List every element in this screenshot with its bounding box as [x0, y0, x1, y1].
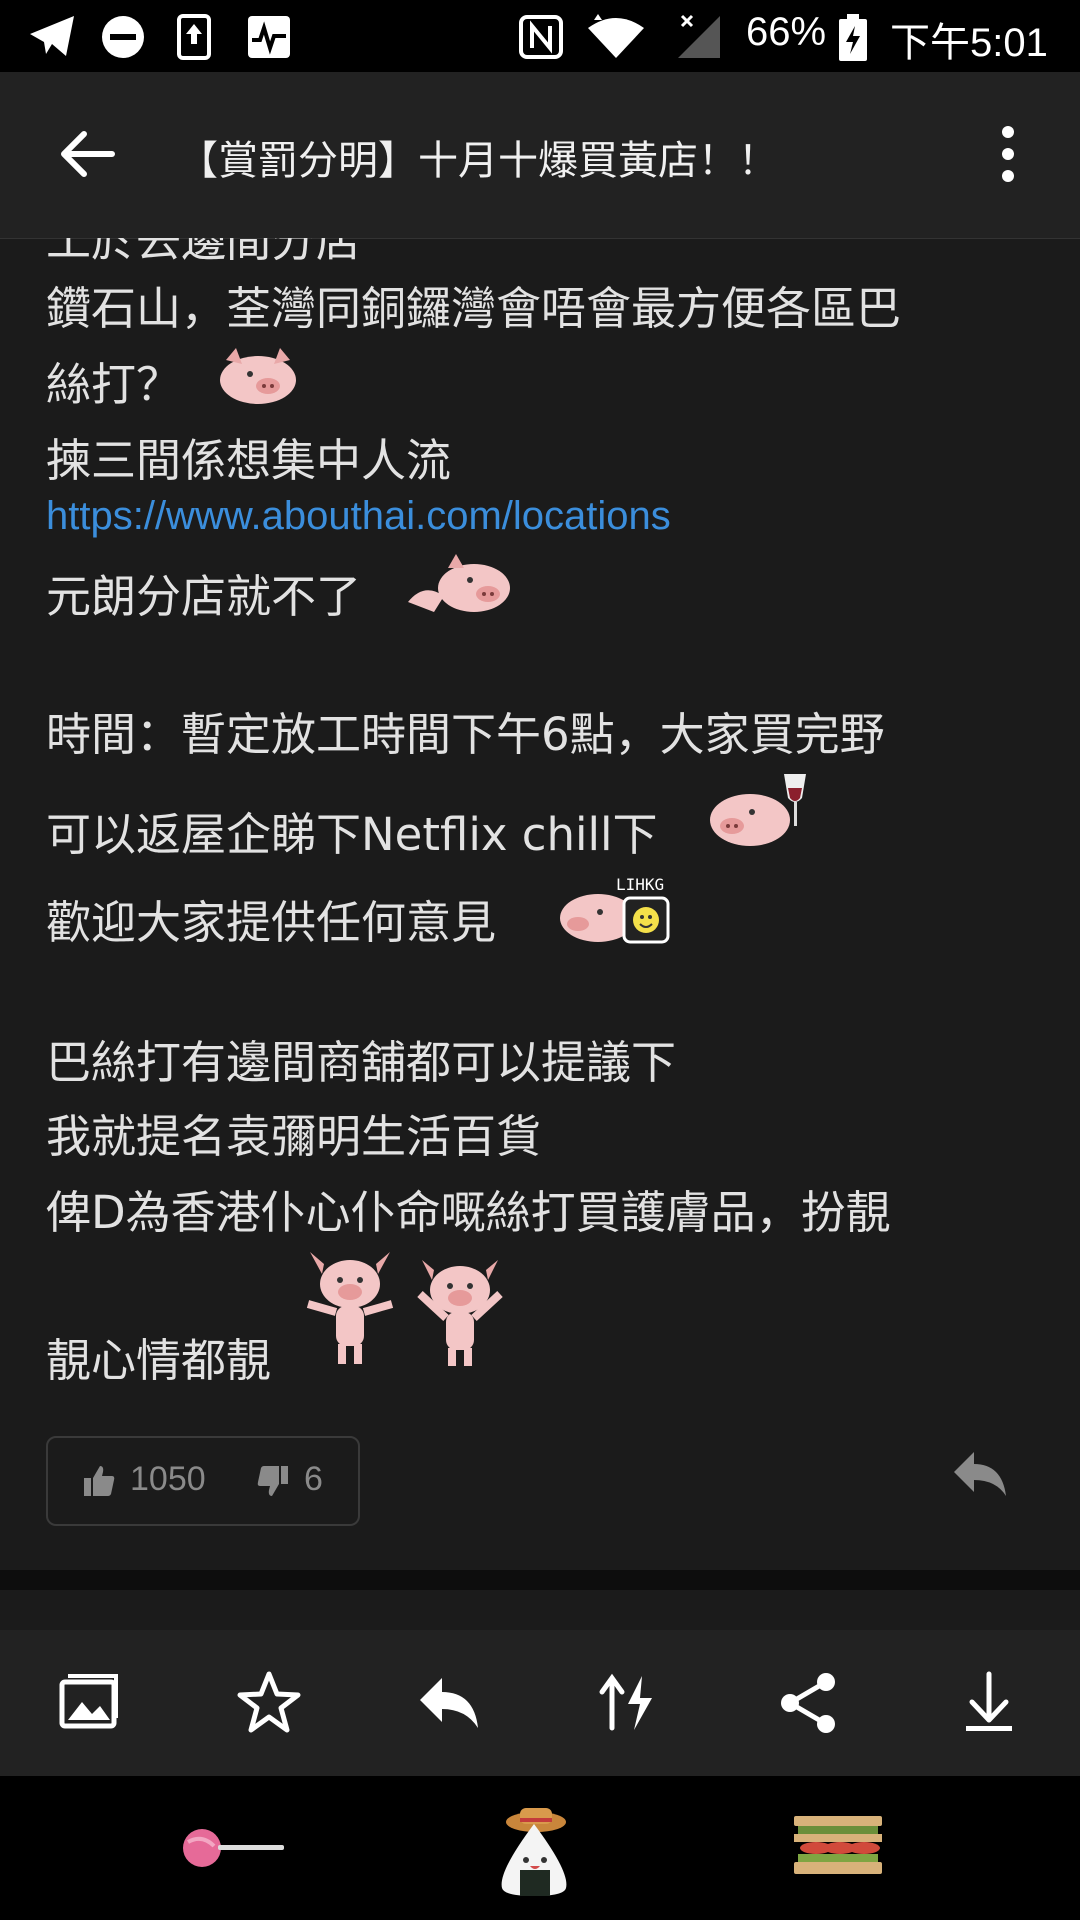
upload-icon — [177, 14, 211, 60]
status-bar: 66% 下午5:01 — [0, 0, 1080, 72]
post-line: 元朗分店就不了 — [46, 570, 362, 623]
post-line: 時間：暫定放工時間下午6點，大家買完野 — [46, 708, 885, 761]
post-line: 靚心情都靚 — [46, 1334, 272, 1387]
dancing-pig-sticker-icon — [306, 1252, 394, 1364]
app-bar: 【賞罰分明】十月十爆買黃店！！ — [0, 72, 1080, 239]
post-line: 鑽石山，荃灣同銅鑼灣會唔會最方便各區巴 — [46, 282, 902, 335]
image-icon[interactable] — [56, 1670, 122, 1736]
next-post-area — [0, 1590, 1080, 1631]
back-arrow-icon[interactable] — [54, 122, 118, 186]
post-line: 絲打？ — [46, 358, 182, 411]
post-line: 可以返屋企睇下Netflix chill下 — [46, 808, 658, 861]
sticker-label: LIHKG — [616, 875, 664, 894]
post-line: 工於去邊間分店 — [46, 238, 362, 267]
bottom-navigation — [0, 1776, 1080, 1920]
thumbs-up-icon[interactable] — [82, 1464, 116, 1498]
signal-icon — [678, 14, 720, 58]
thumbs-down-icon[interactable] — [256, 1464, 290, 1498]
telegram-icon — [30, 16, 74, 56]
sandwich-icon[interactable] — [790, 1814, 886, 1878]
post-content: 工於去邊間分店 鑽石山，荃灣同銅鑼灣會唔會最方便各區巴 絲打？ 揀三間係想集中人… — [0, 238, 1080, 1570]
star-icon[interactable] — [236, 1670, 302, 1736]
battery-charging-icon — [839, 14, 867, 61]
downvote-count: 6 — [304, 1460, 323, 1498]
section-divider — [0, 1570, 1080, 1590]
dnd-icon — [102, 16, 144, 58]
clock: 下午5:01 — [890, 21, 1048, 65]
battery-percent: 66% — [746, 10, 827, 54]
wifi-icon — [588, 14, 644, 58]
pulse-icon — [248, 16, 290, 58]
pig-sticker-icon — [408, 554, 510, 612]
post-line: 俾D為香港仆心仆命嘅絲打買護膚品，扮靚 — [46, 1186, 891, 1239]
share-icon[interactable] — [776, 1670, 842, 1736]
upvote-count: 1050 — [130, 1460, 206, 1498]
reply-icon[interactable] — [950, 1444, 1010, 1504]
onigiri-icon[interactable] — [496, 1802, 572, 1898]
dancing-pig-sticker-icon — [417, 1260, 503, 1366]
thread-title: 【賞罰分明】十月十爆買黃店！！ — [178, 138, 778, 184]
post-line: 我就提名袁彌明生活百貨 — [46, 1110, 542, 1163]
post-line: 揀三間係想集中人流 — [46, 434, 452, 487]
vote-box: 1050 6 — [46, 1436, 360, 1526]
bottom-toolbar — [0, 1630, 1080, 1776]
sort-icon[interactable] — [596, 1670, 662, 1736]
pig-lihkg-sticker-icon: LIHKG — [560, 875, 670, 944]
pig-sticker-icon — [220, 348, 296, 404]
post-line: 巴絲打有邊間商舖都可以提議下 — [46, 1036, 677, 1089]
lollipop-icon[interactable] — [180, 1824, 288, 1872]
more-vert-icon[interactable] — [988, 124, 1028, 184]
post-line: 歡迎大家提供任何意見 — [46, 896, 497, 949]
download-icon[interactable] — [956, 1670, 1022, 1736]
nfc-icon — [519, 15, 563, 59]
post-link[interactable]: https://www.abouthai.com/locations — [46, 494, 671, 539]
reply-icon[interactable] — [416, 1670, 482, 1736]
pig-wine-sticker-icon — [710, 774, 806, 846]
